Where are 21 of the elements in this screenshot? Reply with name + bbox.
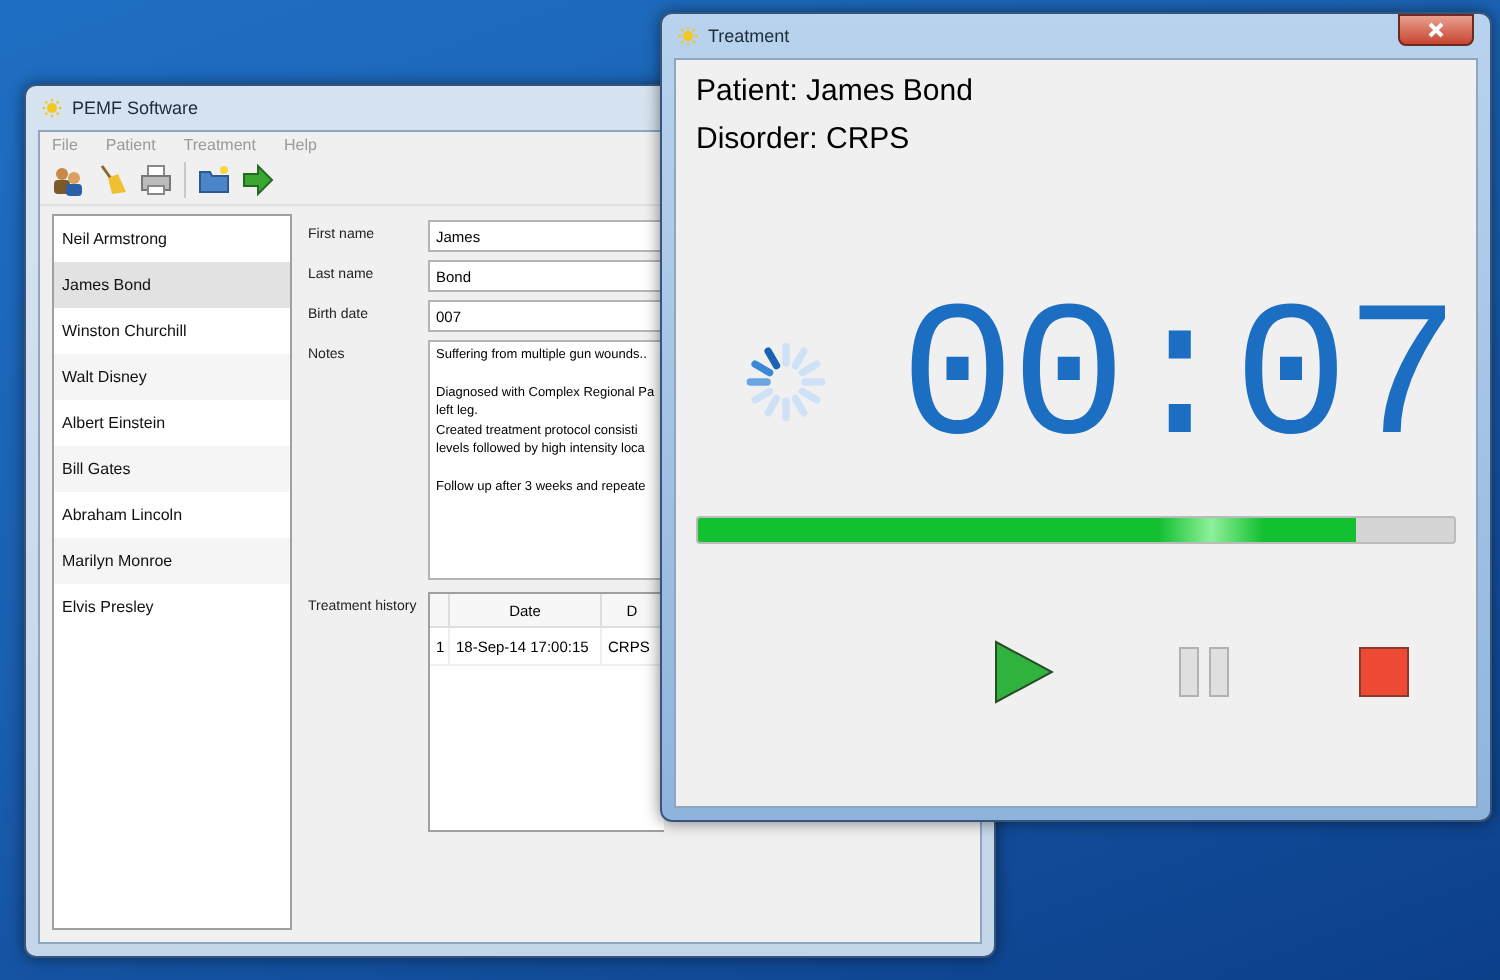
broom-icon[interactable] <box>96 164 128 196</box>
person-row[interactable]: Bill Gates <box>54 446 290 492</box>
close-button[interactable] <box>1398 14 1474 46</box>
pause-icon <box>1178 646 1230 698</box>
app-icon <box>42 98 62 118</box>
folder-icon[interactable] <box>198 164 230 196</box>
stop-icon <box>1358 646 1410 698</box>
close-icon <box>1428 22 1444 38</box>
app-icon <box>678 26 698 46</box>
timer-display: 00:07 <box>899 292 1456 472</box>
patient-label: Patient: James Bond <box>696 72 975 112</box>
play-button[interactable] <box>992 640 1056 704</box>
arrow-icon[interactable] <box>242 164 274 196</box>
person-row[interactable]: Marilyn Monroe <box>54 538 290 584</box>
window-title: PEMF Software <box>72 98 199 118</box>
people-icon[interactable] <box>52 164 84 196</box>
printer-icon[interactable] <box>140 164 172 196</box>
person-row[interactable]: Walt Disney <box>54 354 290 400</box>
window-title: Treatment <box>708 26 790 46</box>
person-row[interactable]: James Bond <box>54 262 290 308</box>
disorder-label: Disorder: CRPS <box>696 120 912 160</box>
